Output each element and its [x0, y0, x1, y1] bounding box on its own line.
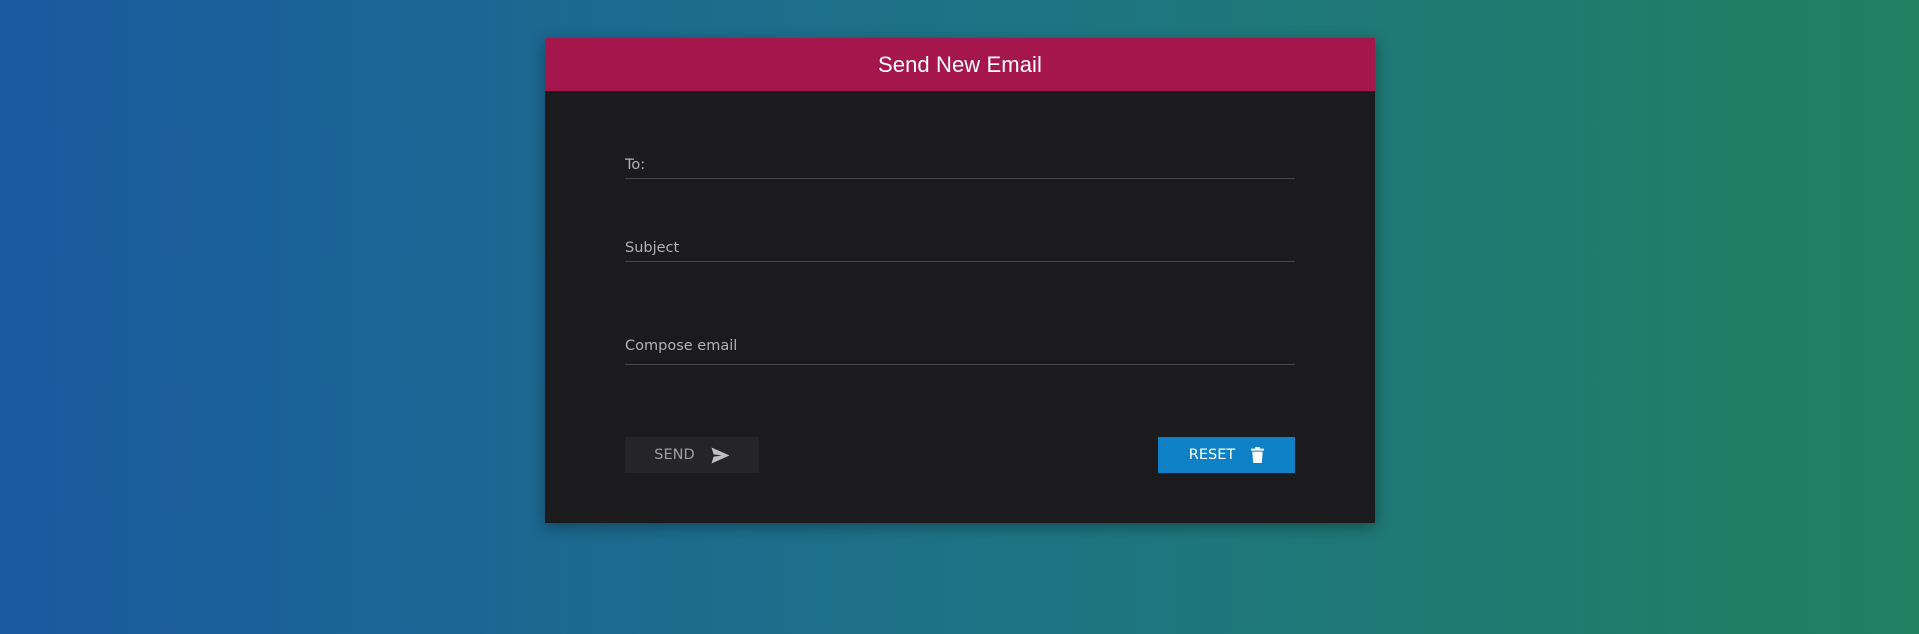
compose-textarea[interactable] — [625, 338, 1295, 364]
to-field — [625, 152, 1295, 179]
email-card: Send New Email SEND RESET — [545, 38, 1375, 523]
to-input[interactable] — [625, 152, 1295, 178]
subject-field — [625, 235, 1295, 262]
reset-button-label: RESET — [1188, 447, 1236, 463]
send-button-label: SEND — [654, 447, 695, 463]
send-icon — [711, 447, 730, 464]
reset-button[interactable]: RESET — [1158, 437, 1295, 473]
send-button[interactable]: SEND — [625, 437, 759, 473]
compose-field — [625, 338, 1295, 365]
card-header: Send New Email — [545, 38, 1375, 91]
trash-icon — [1251, 447, 1265, 463]
subject-input[interactable] — [625, 235, 1295, 261]
page-title: Send New Email — [877, 51, 1043, 77]
